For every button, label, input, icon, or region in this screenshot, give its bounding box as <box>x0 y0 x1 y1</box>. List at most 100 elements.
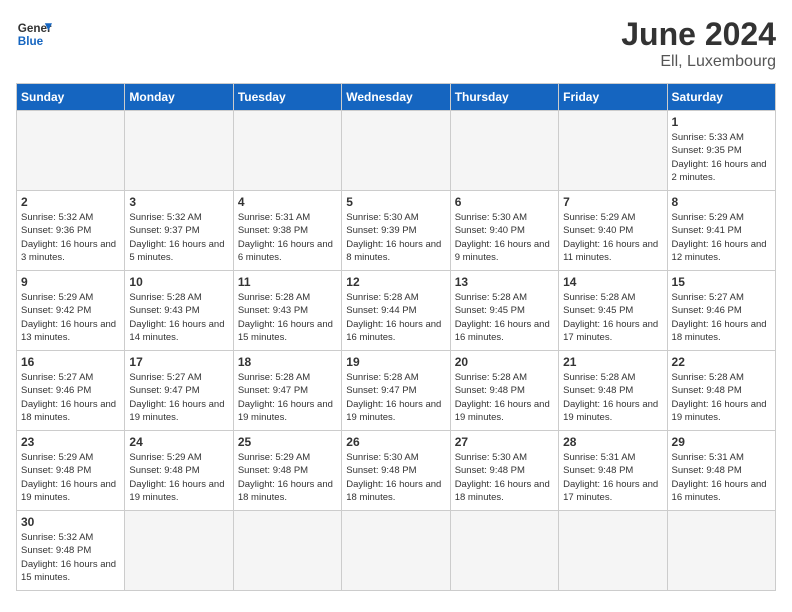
day-number: 10 <box>129 275 228 289</box>
weekday-header-wednesday: Wednesday <box>342 84 450 111</box>
calendar-day-cell: 12Sunrise: 5:28 AMSunset: 9:44 PMDayligh… <box>342 271 450 351</box>
calendar-week-row: 30Sunrise: 5:32 AMSunset: 9:48 PMDayligh… <box>17 511 776 591</box>
calendar-day-cell <box>125 111 233 191</box>
day-number: 19 <box>346 355 445 369</box>
weekday-header-monday: Monday <box>125 84 233 111</box>
calendar-day-cell: 29 Sunrise: 5:31 AMSunset: 9:48 PMDayligh… <box>667 431 775 511</box>
day-number: 18 <box>238 355 337 369</box>
calendar-day-cell: 28Sunrise: 5:31 AMSunset: 9:48 PMDayligh… <box>559 431 667 511</box>
calendar-day-cell: 27 Sunrise: 5:30 AMSunset: 9:48 PMDayligh… <box>450 431 558 511</box>
calendar-day-cell: 30Sunrise: 5:32 AMSunset: 9:48 PMDayligh… <box>17 511 125 591</box>
day-number: 21 <box>563 355 662 369</box>
calendar-day-cell: 5 Sunrise: 5:30 AMSunset: 9:39 PMDaylight… <box>342 191 450 271</box>
day-number: 2 <box>21 195 120 209</box>
calendar-day-cell: 19 Sunrise: 5:28 AMSunset: 9:47 PMDayligh… <box>342 351 450 431</box>
calendar-day-cell: 16 Sunrise: 5:27 AMSunset: 9:46 PMDayligh… <box>17 351 125 431</box>
calendar-day-cell <box>559 111 667 191</box>
calendar-week-row: 2 Sunrise: 5:32 AMSunset: 9:36 PMDaylight… <box>17 191 776 271</box>
calendar-day-cell: 26 Sunrise: 5:30 AMSunset: 9:48 PMDayligh… <box>342 431 450 511</box>
day-number: 9 <box>21 275 120 289</box>
day-info: Sunrise: 5:32 AMSunset: 9:37 PMDaylight:… <box>129 211 228 264</box>
title-block: June 2024 Ell, Luxembourg <box>621 16 776 71</box>
weekday-header-sunday: Sunday <box>17 84 125 111</box>
calendar-week-row: 23 Sunrise: 5:29 AMSunset: 9:48 PMDayligh… <box>17 431 776 511</box>
weekday-header-friday: Friday <box>559 84 667 111</box>
day-info: Sunrise: 5:27 AMSunset: 9:46 PMDaylight:… <box>21 371 120 424</box>
calendar-day-cell: 21 Sunrise: 5:28 AMSunset: 9:48 PMDayligh… <box>559 351 667 431</box>
calendar-day-cell: 23 Sunrise: 5:29 AMSunset: 9:48 PMDayligh… <box>17 431 125 511</box>
day-info: Sunrise: 5:29 AMSunset: 9:48 PMDaylight:… <box>21 451 120 504</box>
logo: General Blue <box>16 16 52 52</box>
calendar-day-cell <box>125 511 233 591</box>
day-number: 25 <box>238 435 337 449</box>
svg-text:Blue: Blue <box>18 35 44 48</box>
day-info: Sunrise: 5:28 AMSunset: 9:48 PMDaylight:… <box>455 371 554 424</box>
day-number: 5 <box>346 195 445 209</box>
day-info: Sunrise: 5:30 AMSunset: 9:40 PMDaylight:… <box>455 211 554 264</box>
month-year-title: June 2024 <box>621 16 776 53</box>
day-info: Sunrise: 5:28 AMSunset: 9:47 PMDaylight:… <box>346 371 445 424</box>
day-number: 17 <box>129 355 228 369</box>
day-info: Sunrise: 5:28 AMSunset: 9:47 PMDaylight:… <box>238 371 337 424</box>
calendar-day-cell: 11Sunrise: 5:28 AMSunset: 9:43 PMDayligh… <box>233 271 341 351</box>
calendar-day-cell <box>342 111 450 191</box>
weekday-header-thursday: Thursday <box>450 84 558 111</box>
day-number: 22 <box>672 355 771 369</box>
day-number: 1 <box>672 115 771 129</box>
calendar-day-cell: 25 Sunrise: 5:29 AMSunset: 9:48 PMDayligh… <box>233 431 341 511</box>
day-number: 4 <box>238 195 337 209</box>
calendar-day-cell: 20Sunrise: 5:28 AMSunset: 9:48 PMDayligh… <box>450 351 558 431</box>
day-number: 23 <box>21 435 120 449</box>
calendar-day-cell: 6 Sunrise: 5:30 AMSunset: 9:40 PMDaylight… <box>450 191 558 271</box>
day-info: Sunrise: 5:29 AMSunset: 9:41 PMDaylight:… <box>672 211 771 264</box>
day-number: 26 <box>346 435 445 449</box>
day-info: Sunrise: 5:29 AMSunset: 9:48 PMDaylight:… <box>238 451 337 504</box>
day-info: Sunrise: 5:27 AMSunset: 9:46 PMDaylight:… <box>672 291 771 344</box>
calendar-day-cell: 7 Sunrise: 5:29 AMSunset: 9:40 PMDaylight… <box>559 191 667 271</box>
header: General Blue June 2024 Ell, Luxembourg <box>16 16 776 71</box>
day-info: Sunrise: 5:31 AMSunset: 9:38 PMDaylight:… <box>238 211 337 264</box>
calendar-week-row: 9Sunrise: 5:29 AMSunset: 9:42 PMDaylight… <box>17 271 776 351</box>
day-info: Sunrise: 5:28 AMSunset: 9:43 PMDaylight:… <box>238 291 337 344</box>
day-info: Sunrise: 5:28 AMSunset: 9:44 PMDaylight:… <box>346 291 445 344</box>
day-number: 30 <box>21 515 120 529</box>
day-info: Sunrise: 5:29 AMSunset: 9:40 PMDaylight:… <box>563 211 662 264</box>
day-number: 7 <box>563 195 662 209</box>
day-number: 27 <box>455 435 554 449</box>
weekday-header-tuesday: Tuesday <box>233 84 341 111</box>
day-info: Sunrise: 5:28 AMSunset: 9:48 PMDaylight:… <box>563 371 662 424</box>
weekday-header-row: SundayMondayTuesdayWednesdayThursdayFrid… <box>17 84 776 111</box>
day-number: 29 <box>672 435 771 449</box>
calendar-day-cell: 15 Sunrise: 5:27 AMSunset: 9:46 PMDayligh… <box>667 271 775 351</box>
day-info: Sunrise: 5:31 AMSunset: 9:48 PMDaylight:… <box>672 451 771 504</box>
calendar-day-cell <box>233 111 341 191</box>
calendar-day-cell: 22 Sunrise: 5:28 AMSunset: 9:48 PMDayligh… <box>667 351 775 431</box>
day-number: 8 <box>672 195 771 209</box>
day-info: Sunrise: 5:32 AMSunset: 9:36 PMDaylight:… <box>21 211 120 264</box>
day-number: 14 <box>563 275 662 289</box>
day-info: Sunrise: 5:30 AMSunset: 9:39 PMDaylight:… <box>346 211 445 264</box>
calendar-day-cell: 1 Sunrise: 5:33 AMSunset: 9:35 PMDaylight… <box>667 111 775 191</box>
day-info: Sunrise: 5:33 AMSunset: 9:35 PMDaylight:… <box>672 131 771 184</box>
calendar-day-cell: 10Sunrise: 5:28 AMSunset: 9:43 PMDayligh… <box>125 271 233 351</box>
day-info: Sunrise: 5:27 AMSunset: 9:47 PMDaylight:… <box>129 371 228 424</box>
day-info: Sunrise: 5:30 AMSunset: 9:48 PMDaylight:… <box>346 451 445 504</box>
day-number: 16 <box>21 355 120 369</box>
day-info: Sunrise: 5:28 AMSunset: 9:45 PMDaylight:… <box>455 291 554 344</box>
calendar-day-cell: 24 Sunrise: 5:29 AMSunset: 9:48 PMDayligh… <box>125 431 233 511</box>
calendar-week-row: 1 Sunrise: 5:33 AMSunset: 9:35 PMDaylight… <box>17 111 776 191</box>
calendar-day-cell: 3Sunrise: 5:32 AMSunset: 9:37 PMDaylight… <box>125 191 233 271</box>
calendar-table: SundayMondayTuesdayWednesdayThursdayFrid… <box>16 83 776 591</box>
day-info: Sunrise: 5:30 AMSunset: 9:48 PMDaylight:… <box>455 451 554 504</box>
calendar-day-cell <box>233 511 341 591</box>
day-info: Sunrise: 5:29 AMSunset: 9:48 PMDaylight:… <box>129 451 228 504</box>
calendar-day-cell: 14Sunrise: 5:28 AMSunset: 9:45 PMDayligh… <box>559 271 667 351</box>
calendar-day-cell: 13Sunrise: 5:28 AMSunset: 9:45 PMDayligh… <box>450 271 558 351</box>
day-number: 6 <box>455 195 554 209</box>
day-number: 15 <box>672 275 771 289</box>
calendar-day-cell <box>450 511 558 591</box>
calendar-week-row: 16 Sunrise: 5:27 AMSunset: 9:46 PMDayligh… <box>17 351 776 431</box>
weekday-header-saturday: Saturday <box>667 84 775 111</box>
day-info: Sunrise: 5:28 AMSunset: 9:48 PMDaylight:… <box>672 371 771 424</box>
day-number: 24 <box>129 435 228 449</box>
